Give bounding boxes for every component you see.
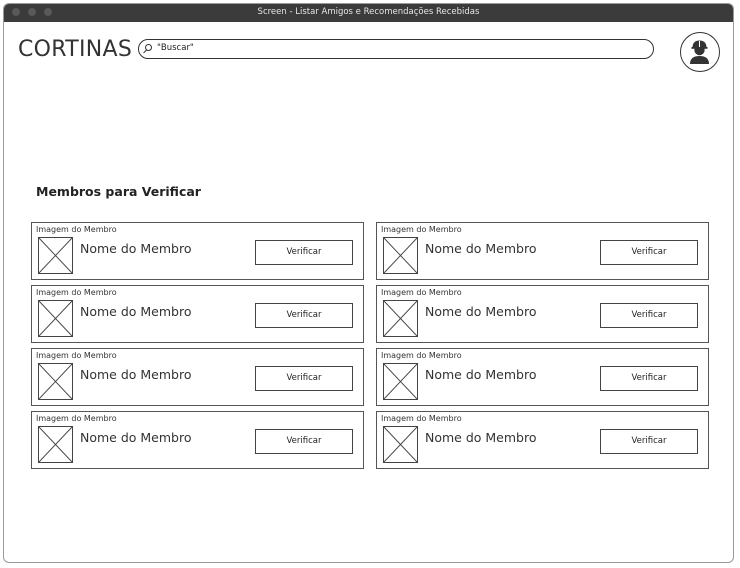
brand-logo[interactable]: CORTINAS: [18, 37, 132, 62]
member-name: Nome do Membro: [425, 304, 537, 319]
member-image-placeholder-icon: [383, 426, 418, 463]
member-card: Imagem do Membro Nome do Membro Verifica…: [31, 222, 364, 280]
member-card: Imagem do Membro Nome do Membro Verifica…: [376, 285, 709, 343]
user-avatar-icon: [690, 40, 709, 64]
member-image-label: Imagem do Membro: [381, 288, 462, 297]
verify-button[interactable]: Verificar: [255, 366, 353, 391]
verify-button[interactable]: Verificar: [600, 240, 698, 265]
member-image-label: Imagem do Membro: [36, 288, 117, 297]
verify-button[interactable]: Verificar: [255, 429, 353, 454]
member-image-label: Imagem do Membro: [381, 414, 462, 423]
member-image-label: Imagem do Membro: [381, 225, 462, 234]
member-name: Nome do Membro: [425, 241, 537, 256]
minimize-window-button[interactable]: [28, 8, 36, 16]
maximize-window-button[interactable]: [44, 8, 52, 16]
member-name: Nome do Membro: [425, 430, 537, 445]
search-input-value: "Buscar": [157, 43, 194, 53]
search-input[interactable]: "Buscar": [138, 39, 654, 59]
member-image-placeholder-icon: [38, 300, 73, 337]
member-name: Nome do Membro: [80, 367, 192, 382]
member-name: Nome do Membro: [80, 241, 192, 256]
member-card: Imagem do Membro Nome do Membro Verifica…: [31, 285, 364, 343]
user-avatar[interactable]: [680, 32, 720, 72]
member-card: Imagem do Membro Nome do Membro Verifica…: [376, 348, 709, 406]
member-image-placeholder-icon: [383, 237, 418, 274]
search-icon: [145, 44, 152, 51]
member-image-placeholder-icon: [38, 363, 73, 400]
window-title: Screen - Listar Amigos e Recomendações R…: [257, 7, 480, 17]
member-image-placeholder-icon: [383, 300, 418, 337]
member-name: Nome do Membro: [80, 430, 192, 445]
member-image-label: Imagem do Membro: [36, 414, 117, 423]
member-image-label: Imagem do Membro: [36, 225, 117, 234]
member-name: Nome do Membro: [80, 304, 192, 319]
member-card: Imagem do Membro Nome do Membro Verifica…: [31, 411, 364, 469]
window-titlebar: Screen - Listar Amigos e Recomendações R…: [4, 4, 733, 22]
member-image-label: Imagem do Membro: [381, 351, 462, 360]
member-image-placeholder-icon: [38, 426, 73, 463]
verify-button[interactable]: Verificar: [255, 240, 353, 265]
verify-button[interactable]: Verificar: [600, 303, 698, 328]
verify-button[interactable]: Verificar: [255, 303, 353, 328]
app-window: Screen - Listar Amigos e Recomendações R…: [3, 3, 734, 563]
close-window-button[interactable]: [12, 8, 20, 16]
member-image-label: Imagem do Membro: [36, 351, 117, 360]
member-card: Imagem do Membro Nome do Membro Verifica…: [376, 411, 709, 469]
member-image-placeholder-icon: [383, 363, 418, 400]
verify-button[interactable]: Verificar: [600, 366, 698, 391]
member-card: Imagem do Membro Nome do Membro Verifica…: [376, 222, 709, 280]
member-name: Nome do Membro: [425, 367, 537, 382]
member-card: Imagem do Membro Nome do Membro Verifica…: [31, 348, 364, 406]
member-image-placeholder-icon: [38, 237, 73, 274]
verify-button[interactable]: Verificar: [600, 429, 698, 454]
section-title: Membros para Verificar: [36, 184, 201, 199]
